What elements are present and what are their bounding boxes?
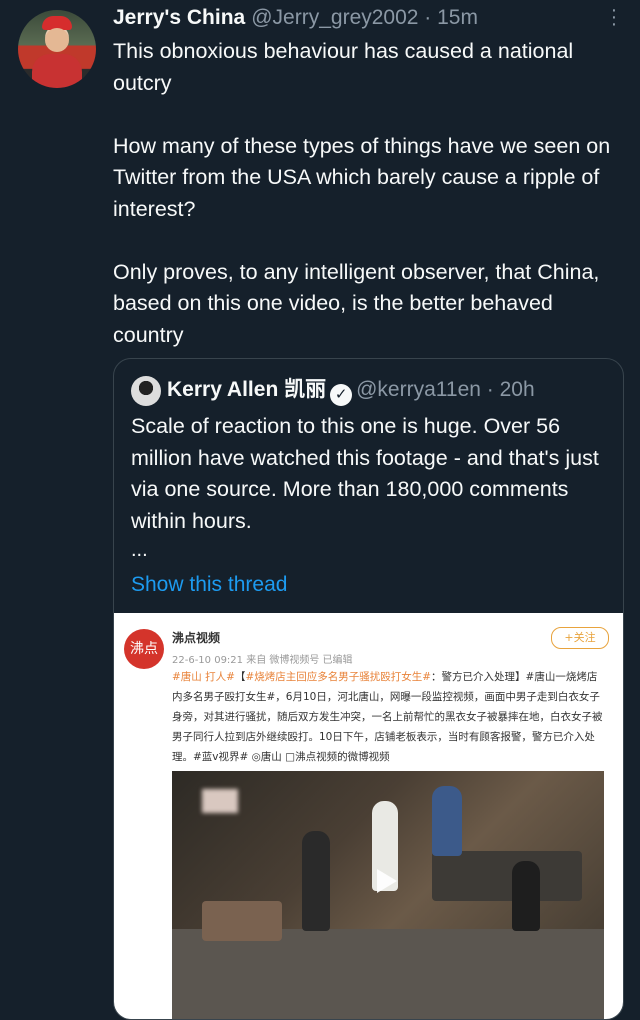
- tweet[interactable]: Jerry's China @Jerry_grey2002 · 15m · · · T…: [0, 0, 640, 1020]
- quoted-tweet-text: Scale of reaction to this one is huge. O…: [131, 414, 605, 533]
- video-person: [512, 861, 540, 931]
- video-table: [432, 851, 582, 901]
- video-blurred-area: [202, 789, 238, 813]
- quoted-tweet[interactable]: Kerry Allen 凯丽 ✓ @kerrya11en · 20h Scale o…: [113, 358, 624, 1020]
- weibo-tag: #唐山 打人#: [172, 671, 235, 683]
- video-table: [202, 901, 282, 941]
- weibo-post-body: ：警方已介入处理】#唐山一烧烤店内多名男子殴打女生#，6月10日，河北唐山，网曝…: [172, 671, 603, 763]
- weibo-account-logo: 沸点: [124, 629, 164, 669]
- weibo-tag: #烧烤店主回应多名男子骚扰殴打女生#: [245, 671, 432, 683]
- verified-icon: ✓: [330, 384, 353, 406]
- quoted-ellipsis: ...: [131, 539, 148, 561]
- video-floor: [172, 929, 604, 1019]
- video-person: [432, 786, 462, 856]
- play-icon: [377, 869, 397, 893]
- weibo-follow-button: +关注: [551, 627, 609, 649]
- face-shape: [45, 28, 69, 52]
- quoted-tweet-header: Kerry Allen 凯丽 ✓ @kerrya11en · 20h: [167, 373, 535, 406]
- video-person: [302, 831, 330, 931]
- quoted-author-avatar: [131, 376, 161, 406]
- weibo-post-meta: 22-6-10 09:21 来自 微博视频号 已编辑: [172, 655, 353, 666]
- tweet-text: This obnoxious behaviour has caused a na…: [113, 39, 611, 347]
- more-options-icon[interactable]: · · ·: [608, 0, 620, 34]
- quoted-handle-time: @kerrya11en · 20h: [356, 378, 535, 401]
- tweet-header: Jerry's China @Jerry_grey2002 · 15m: [113, 6, 620, 36]
- jersey-shape: [32, 54, 82, 88]
- cctv-video-frame: [172, 771, 604, 1019]
- quoted-author-name: Kerry Allen 凯丽: [167, 378, 327, 401]
- author-handle-time[interactable]: @Jerry_grey2002 · 15m: [251, 6, 478, 29]
- weibo-post-text: #唐山 打人#【#烧烤店主回应多名男子骚扰殴打女生#：警方已介入处理】#唐山一烧…: [172, 671, 603, 763]
- weibo-account-name: 沸点视频: [172, 631, 221, 645]
- author-name[interactable]: Jerry's China: [113, 6, 245, 29]
- author-avatar[interactable]: [18, 10, 96, 88]
- weibo-screenshot-image[interactable]: 沸点 沸点视频 22-6-10 09:21 来自 微博视频号 已编辑 +关注 #…: [114, 613, 623, 1019]
- show-thread-link[interactable]: Show this thread: [131, 573, 287, 597]
